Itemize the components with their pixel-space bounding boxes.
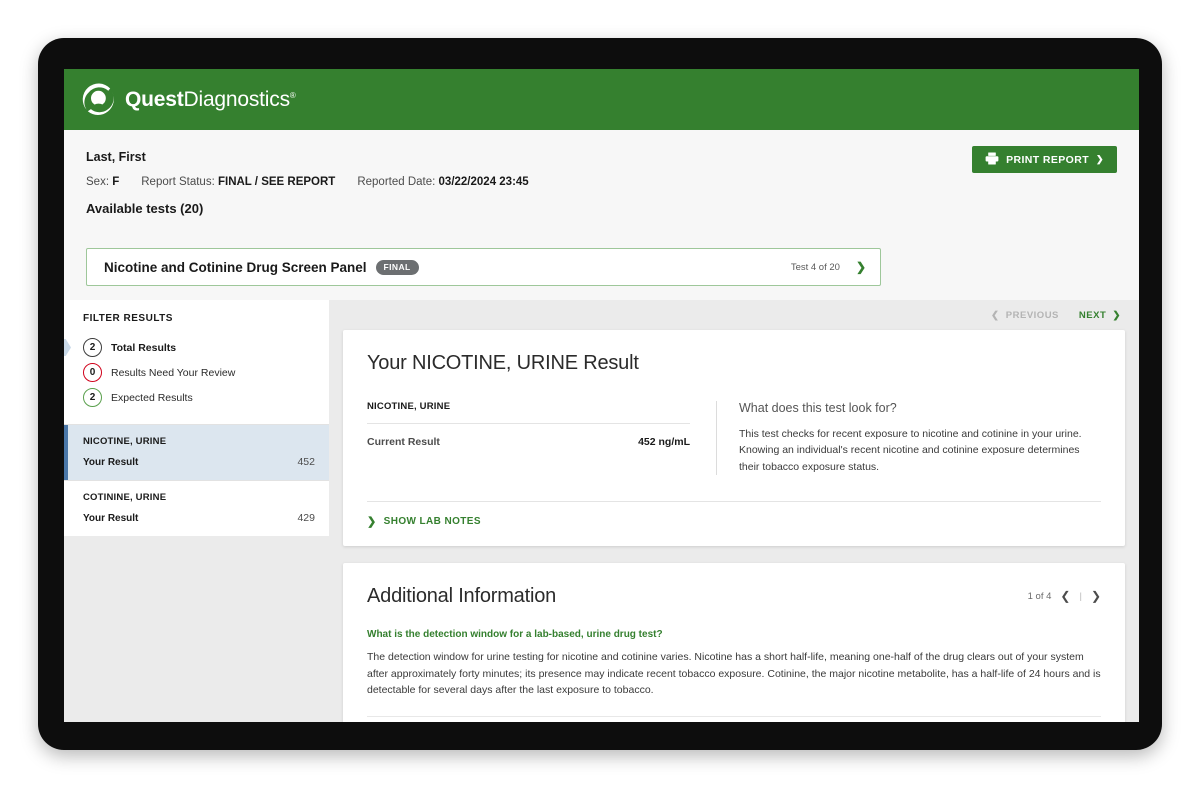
result-row-label: Your Result: [83, 457, 138, 468]
pager-previous-icon[interactable]: ❮: [1060, 589, 1070, 603]
filter-count-badge: 2: [83, 388, 102, 407]
patient-sex-value: F: [112, 176, 119, 188]
pager-divider: |: [1079, 591, 1081, 602]
quest-logo-icon: [81, 82, 116, 117]
show-lab-notes-label: SHOW LAB NOTES: [384, 516, 481, 527]
filter-label: Total Results: [111, 342, 176, 354]
chevron-down-icon: ❯: [367, 515, 377, 528]
patient-meta: Sex: F Report Status: FINAL / SEE REPORT…: [86, 176, 1117, 188]
additional-information-header: Additional Information 1 of 4 ❮ | ❯: [367, 585, 1101, 608]
chevron-down-icon[interactable]: ❯: [856, 260, 866, 274]
test-info-title: What does this test look for?: [739, 401, 1101, 415]
print-report-button[interactable]: PRINT REPORT ❯: [972, 146, 1117, 173]
test-counter: Test 4 of 20: [791, 262, 840, 273]
divider: [367, 423, 690, 424]
reported-date-value: 03/22/2024 23:45: [439, 176, 529, 188]
pager-next-icon[interactable]: ❯: [1091, 589, 1101, 603]
content-body: FILTER RESULTS 2 Total Results 0 Results…: [64, 300, 1139, 722]
filter-count-badge: 0: [83, 363, 102, 382]
current-result-row: Current Result 452 ng/mL: [367, 436, 690, 448]
filter-count-badge: 2: [83, 338, 102, 357]
brand-name-bold: Quest: [125, 88, 184, 111]
result-nav: ❮ PREVIOUS NEXT ❯: [343, 300, 1125, 330]
result-card: Your NICOTINE, URINE Result NICOTINE, UR…: [343, 330, 1125, 546]
reported-date: Reported Date: 03/22/2024 23:45: [357, 176, 528, 188]
sidebar-result-cotinine-urine[interactable]: COTININE, URINE Your Result 429: [64, 480, 329, 536]
sidebar-result-nicotine-urine[interactable]: NICOTINE, URINE Your Result 452: [64, 424, 329, 480]
reported-date-label: Reported Date:: [357, 176, 435, 188]
divider: [367, 501, 1101, 502]
show-lab-notes-toggle[interactable]: ❯ SHOW LAB NOTES: [367, 515, 1101, 528]
result-grid: NICOTINE, URINE Current Result 452 ng/mL…: [367, 401, 1101, 475]
result-value-row: Your Result 429: [83, 512, 315, 524]
result-row-label: Your Result: [83, 513, 138, 524]
filter-label: Results Need Your Review: [111, 367, 235, 379]
result-value-row: Your Result 452: [83, 456, 315, 468]
test-info-body: This test checks for recent exposure to …: [739, 426, 1101, 475]
additional-information-pager: 1 of 4 ❮ | ❯: [1028, 589, 1101, 603]
result-row-value: 429: [297, 512, 315, 524]
pager-count: 1 of 4: [1028, 591, 1052, 602]
filter-label: Expected Results: [111, 392, 193, 404]
test-selector[interactable]: Nicotine and Cotinine Drug Screen Panel …: [86, 248, 881, 286]
filter-results-title: FILTER RESULTS: [64, 313, 329, 324]
patient-header: Last, First Sex: F Report Status: FINAL …: [64, 130, 1139, 248]
chevron-down-icon: ❯: [1096, 154, 1104, 165]
patient-sex-label: Sex:: [86, 176, 109, 188]
additional-information-card: Additional Information 1 of 4 ❮ | ❯ What…: [343, 563, 1125, 722]
available-tests-heading: Available tests (20): [86, 201, 1117, 216]
result-values-column: NICOTINE, URINE Current Result 452 ng/mL: [367, 401, 716, 475]
screen: QuestDiagnostics® Last, First Sex: F Rep…: [64, 69, 1139, 722]
printer-icon: [985, 152, 999, 168]
test-info-column: What does this test look for? This test …: [716, 401, 1101, 475]
next-label: NEXT: [1079, 310, 1106, 321]
brand-name-light: Diagnostics: [184, 88, 290, 111]
main-panel: ❮ PREVIOUS NEXT ❯ Your NICOTINE, URINE R…: [329, 300, 1139, 722]
patient-sex: Sex: F: [86, 176, 119, 188]
report-status-label: Report Status:: [141, 176, 215, 188]
previous-label: PREVIOUS: [1006, 310, 1059, 321]
faq-answer: The detection window for urine testing f…: [367, 649, 1101, 699]
filter-item-total-results[interactable]: 2 Total Results: [64, 335, 329, 360]
analyte-name: NICOTINE, URINE: [367, 401, 690, 412]
previous-result-button[interactable]: ❮ PREVIOUS: [991, 310, 1059, 321]
test-selector-name: Nicotine and Cotinine Drug Screen Panel: [104, 260, 367, 275]
result-card-title: Your NICOTINE, URINE Result: [367, 352, 1101, 375]
status-badge: FINAL: [376, 260, 419, 275]
next-result-button[interactable]: NEXT ❯: [1079, 310, 1121, 321]
filter-item-expected-results[interactable]: 2 Expected Results: [64, 385, 329, 410]
report-status: Report Status: FINAL / SEE REPORT: [141, 176, 335, 188]
brand-header: QuestDiagnostics®: [64, 69, 1139, 130]
result-name: COTININE, URINE: [83, 492, 315, 503]
additional-information-title: Additional Information: [367, 585, 1028, 608]
sidebar: FILTER RESULTS 2 Total Results 0 Results…: [64, 300, 329, 722]
filter-results-card: FILTER RESULTS 2 Total Results 0 Results…: [64, 300, 329, 424]
current-result-label: Current Result: [367, 436, 440, 448]
brand-wordmark: QuestDiagnostics®: [125, 88, 296, 112]
trademark-symbol: ®: [290, 91, 296, 100]
result-row-value: 452: [297, 456, 315, 468]
print-report-label: PRINT REPORT: [1006, 154, 1089, 166]
patient-name: Last, First: [86, 150, 1117, 164]
current-result-value: 452 ng/mL: [638, 436, 690, 448]
divider: [367, 716, 1101, 717]
test-selector-wrap: Nicotine and Cotinine Drug Screen Panel …: [64, 248, 1139, 300]
faq-question: What is the detection window for a lab-b…: [367, 629, 1101, 640]
result-name: NICOTINE, URINE: [83, 436, 315, 447]
report-status-value: FINAL / SEE REPORT: [218, 176, 335, 188]
tablet-frame: QuestDiagnostics® Last, First Sex: F Rep…: [38, 38, 1162, 750]
filter-item-needs-review[interactable]: 0 Results Need Your Review: [64, 360, 329, 385]
